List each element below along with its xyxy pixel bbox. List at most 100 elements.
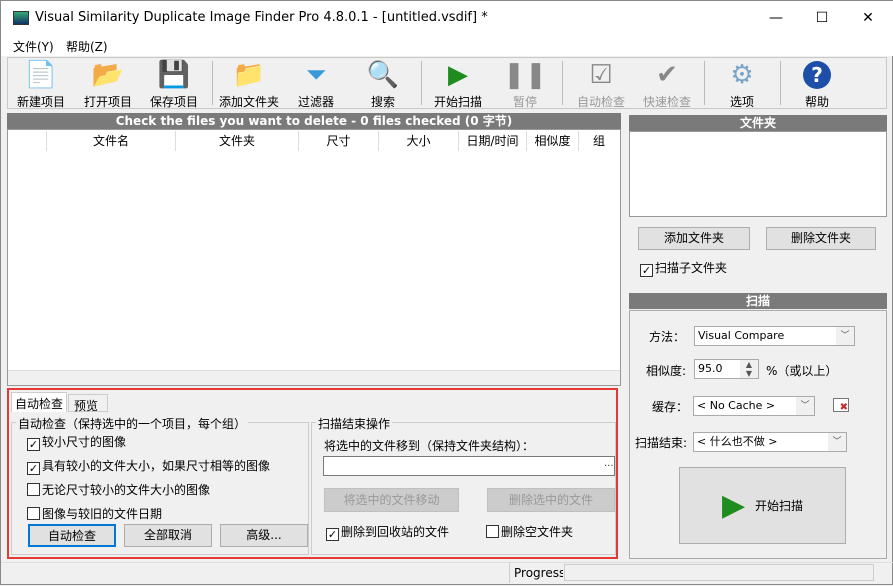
scan-end-label: 扫描结束: [635,436,688,450]
add-folder-icon: 📁 [232,60,266,90]
toolbar-label: 添加文件夹 [218,95,279,109]
scan-end-select[interactable]: < 什么也不做 > ﹀ [693,432,847,452]
play-icon: ▶ [721,488,746,523]
autocheck-button[interactable]: 自动检查 [28,524,116,547]
autocheck-option-checkbox[interactable]: 图像与较旧的文件日期 [27,505,162,522]
move-path-input[interactable] [323,456,615,476]
scan-header: 扫描 [629,293,887,309]
save-disk-icon: 💾 [157,60,191,90]
after-scan-legend: 扫描结束操作 [316,415,393,432]
toolbar-filter-funnel-button[interactable]: ⏷ 过滤器 [284,59,348,110]
toolbar-quick-check-button[interactable]: ✔ 快速检查 [635,59,699,109]
column-size[interactable]: 大小 [379,131,459,151]
toolbar-help-button[interactable]: ? 帮助 [785,59,849,109]
cache-select[interactable]: < No Cache > ﹀ [693,396,815,416]
method-select[interactable]: Visual Compare ﹀ [694,326,855,346]
similarity-label: 相似度: [646,364,687,378]
column-folder[interactable]: 文件夹 [176,131,299,151]
clear-cache-icon[interactable]: ✖ [833,398,849,413]
checkbox-icon[interactable]: ✓ [27,438,40,451]
method-value: Visual Compare [698,329,785,342]
remove-folder-button[interactable]: 删除文件夹 [766,227,876,250]
checkbox-icon[interactable]: ✓ [27,462,40,475]
toolbar-gear-button[interactable]: ⚙ 选项 [710,59,774,109]
checkbox-icon[interactable] [27,483,40,496]
toolbar-separator [780,61,781,105]
autocheck-option-checkbox[interactable]: ✓ 较小尺寸的图像 [27,433,126,451]
toolbar-separator [562,61,563,105]
chevron-down-icon: ﹀ [828,433,846,451]
toolbar-label: 选项 [729,95,754,109]
start-scan-button[interactable]: ▶ 开始扫描 [679,467,846,544]
toolbar-new-file-button[interactable]: 📄 新建项目 [9,59,73,109]
recycle-label: 删除到回收站的文件 [341,525,450,539]
toolbar-label: 打开项目 [83,95,132,109]
files-header: Check the files you want to delete - 0 f… [7,113,621,129]
folder-list[interactable] [629,131,887,217]
toolbar-search-magnifier-button[interactable]: 🔍 搜索 [351,59,415,109]
close-button[interactable]: ✕ [845,1,891,36]
menu-file[interactable]: 文件(Y) [13,38,54,55]
column-dimensions[interactable]: 尺寸 [299,131,379,151]
move-selected-button[interactable]: 将选中的文件移动 [324,488,459,512]
horizontal-scrollbar[interactable] [8,370,620,385]
add-folder-button[interactable]: 添加文件夹 [638,227,750,250]
column-datetime[interactable]: 日期/时间 [459,131,527,151]
quick-check-icon: ✔ [656,60,678,90]
toolbar-separator [704,61,705,105]
cache-label: 缓存： [652,400,689,414]
cache-value: < No Cache > [697,399,776,412]
progress-label: Progress [509,563,563,583]
start-scan-label: 开始扫描 [755,499,804,513]
move-to-label: 将选中的文件移到（保持文件夹结构）： [324,439,535,453]
minimize-button[interactable]: — [753,1,799,36]
browse-button[interactable]: ... [604,458,614,469]
toolbar-label: 过滤器 [297,95,334,109]
pause-icon: ❚❚ [503,60,547,90]
toolbar-label: 自动检查 [576,95,625,109]
window-title: Visual Similarity Duplicate Image Finder… [35,10,488,25]
column-check[interactable] [8,131,47,151]
advanced-button[interactable]: 高级... [220,524,308,547]
chevron-down-icon: ﹀ [836,327,854,345]
toolbar-label: 开始扫描 [433,95,482,109]
checkbox-icon[interactable] [27,507,40,520]
delete-empty-checkbox[interactable]: 删除空文件夹 [486,523,573,540]
gear-icon: ⚙ [730,60,754,90]
autocheck-legend: 自动检查（保持选中的一个项目，每个组） [16,415,249,432]
autocheck-option-label: 无论尺寸较小的文件大小的图像 [42,483,211,497]
recycle-checkbox[interactable]: ✓ 删除到回收站的文件 [326,523,449,541]
menu-help[interactable]: 帮助(Z) [66,38,108,55]
similarity-spinner[interactable]: 95.0 ▲ ▼ [694,359,759,379]
auto-check-icon: ☑ [589,60,613,90]
file-list[interactable] [7,129,621,386]
autocheck-option-checkbox[interactable]: ✓ 具有较小的文件大小，如果尺寸相等的图像 [27,457,270,475]
toolbar-add-folder-button[interactable]: 📁 添加文件夹 [217,59,281,109]
delete-empty-label: 删除空文件夹 [501,525,574,539]
tab-autocheck[interactable]: 自动检查 [11,392,67,412]
toolbar-save-disk-button[interactable]: 💾 保存项目 [142,59,206,109]
toolbar-open-folder-button[interactable]: 📂 打开项目 [76,59,140,109]
autocheck-option-checkbox[interactable]: 无论尺寸较小的文件大小的图像 [27,481,210,498]
spin-arrows-icon[interactable]: ▲ ▼ [740,360,758,378]
toolbar-play-button[interactable]: ▶ 开始扫描 [426,59,490,109]
search-magnifier-icon: 🔍 [366,60,400,90]
column-filename[interactable]: 文件名 [47,131,176,151]
progress-bar [564,564,874,581]
toolbar-label: 新建项目 [16,95,65,109]
new-file-icon: 📄 [24,60,58,90]
toolbar-separator [421,61,422,105]
maximize-button[interactable]: ☐ [799,1,845,36]
toolbar-auto-check-button[interactable]: ☑ 自动检查 [569,59,633,109]
column-group[interactable]: 组 [579,131,619,151]
scan-subfolders-checkbox[interactable]: ✓ 扫描子文件夹 [640,259,727,277]
toolbar-label: 帮助 [804,95,829,109]
tab-preview[interactable]: 预览 [68,394,108,413]
toolbar-pause-button[interactable]: ❚❚ 暂停 [493,59,557,109]
delete-selected-button[interactable]: 删除选中的文件 [487,488,615,512]
uncheck-all-button[interactable]: 全部取消 [124,524,212,547]
similarity-suffix: %（或以上） [766,364,838,378]
toolbar-label: 暂停 [512,95,537,109]
help-icon: ? [801,59,833,91]
column-similarity[interactable]: 相似度 [527,131,579,151]
